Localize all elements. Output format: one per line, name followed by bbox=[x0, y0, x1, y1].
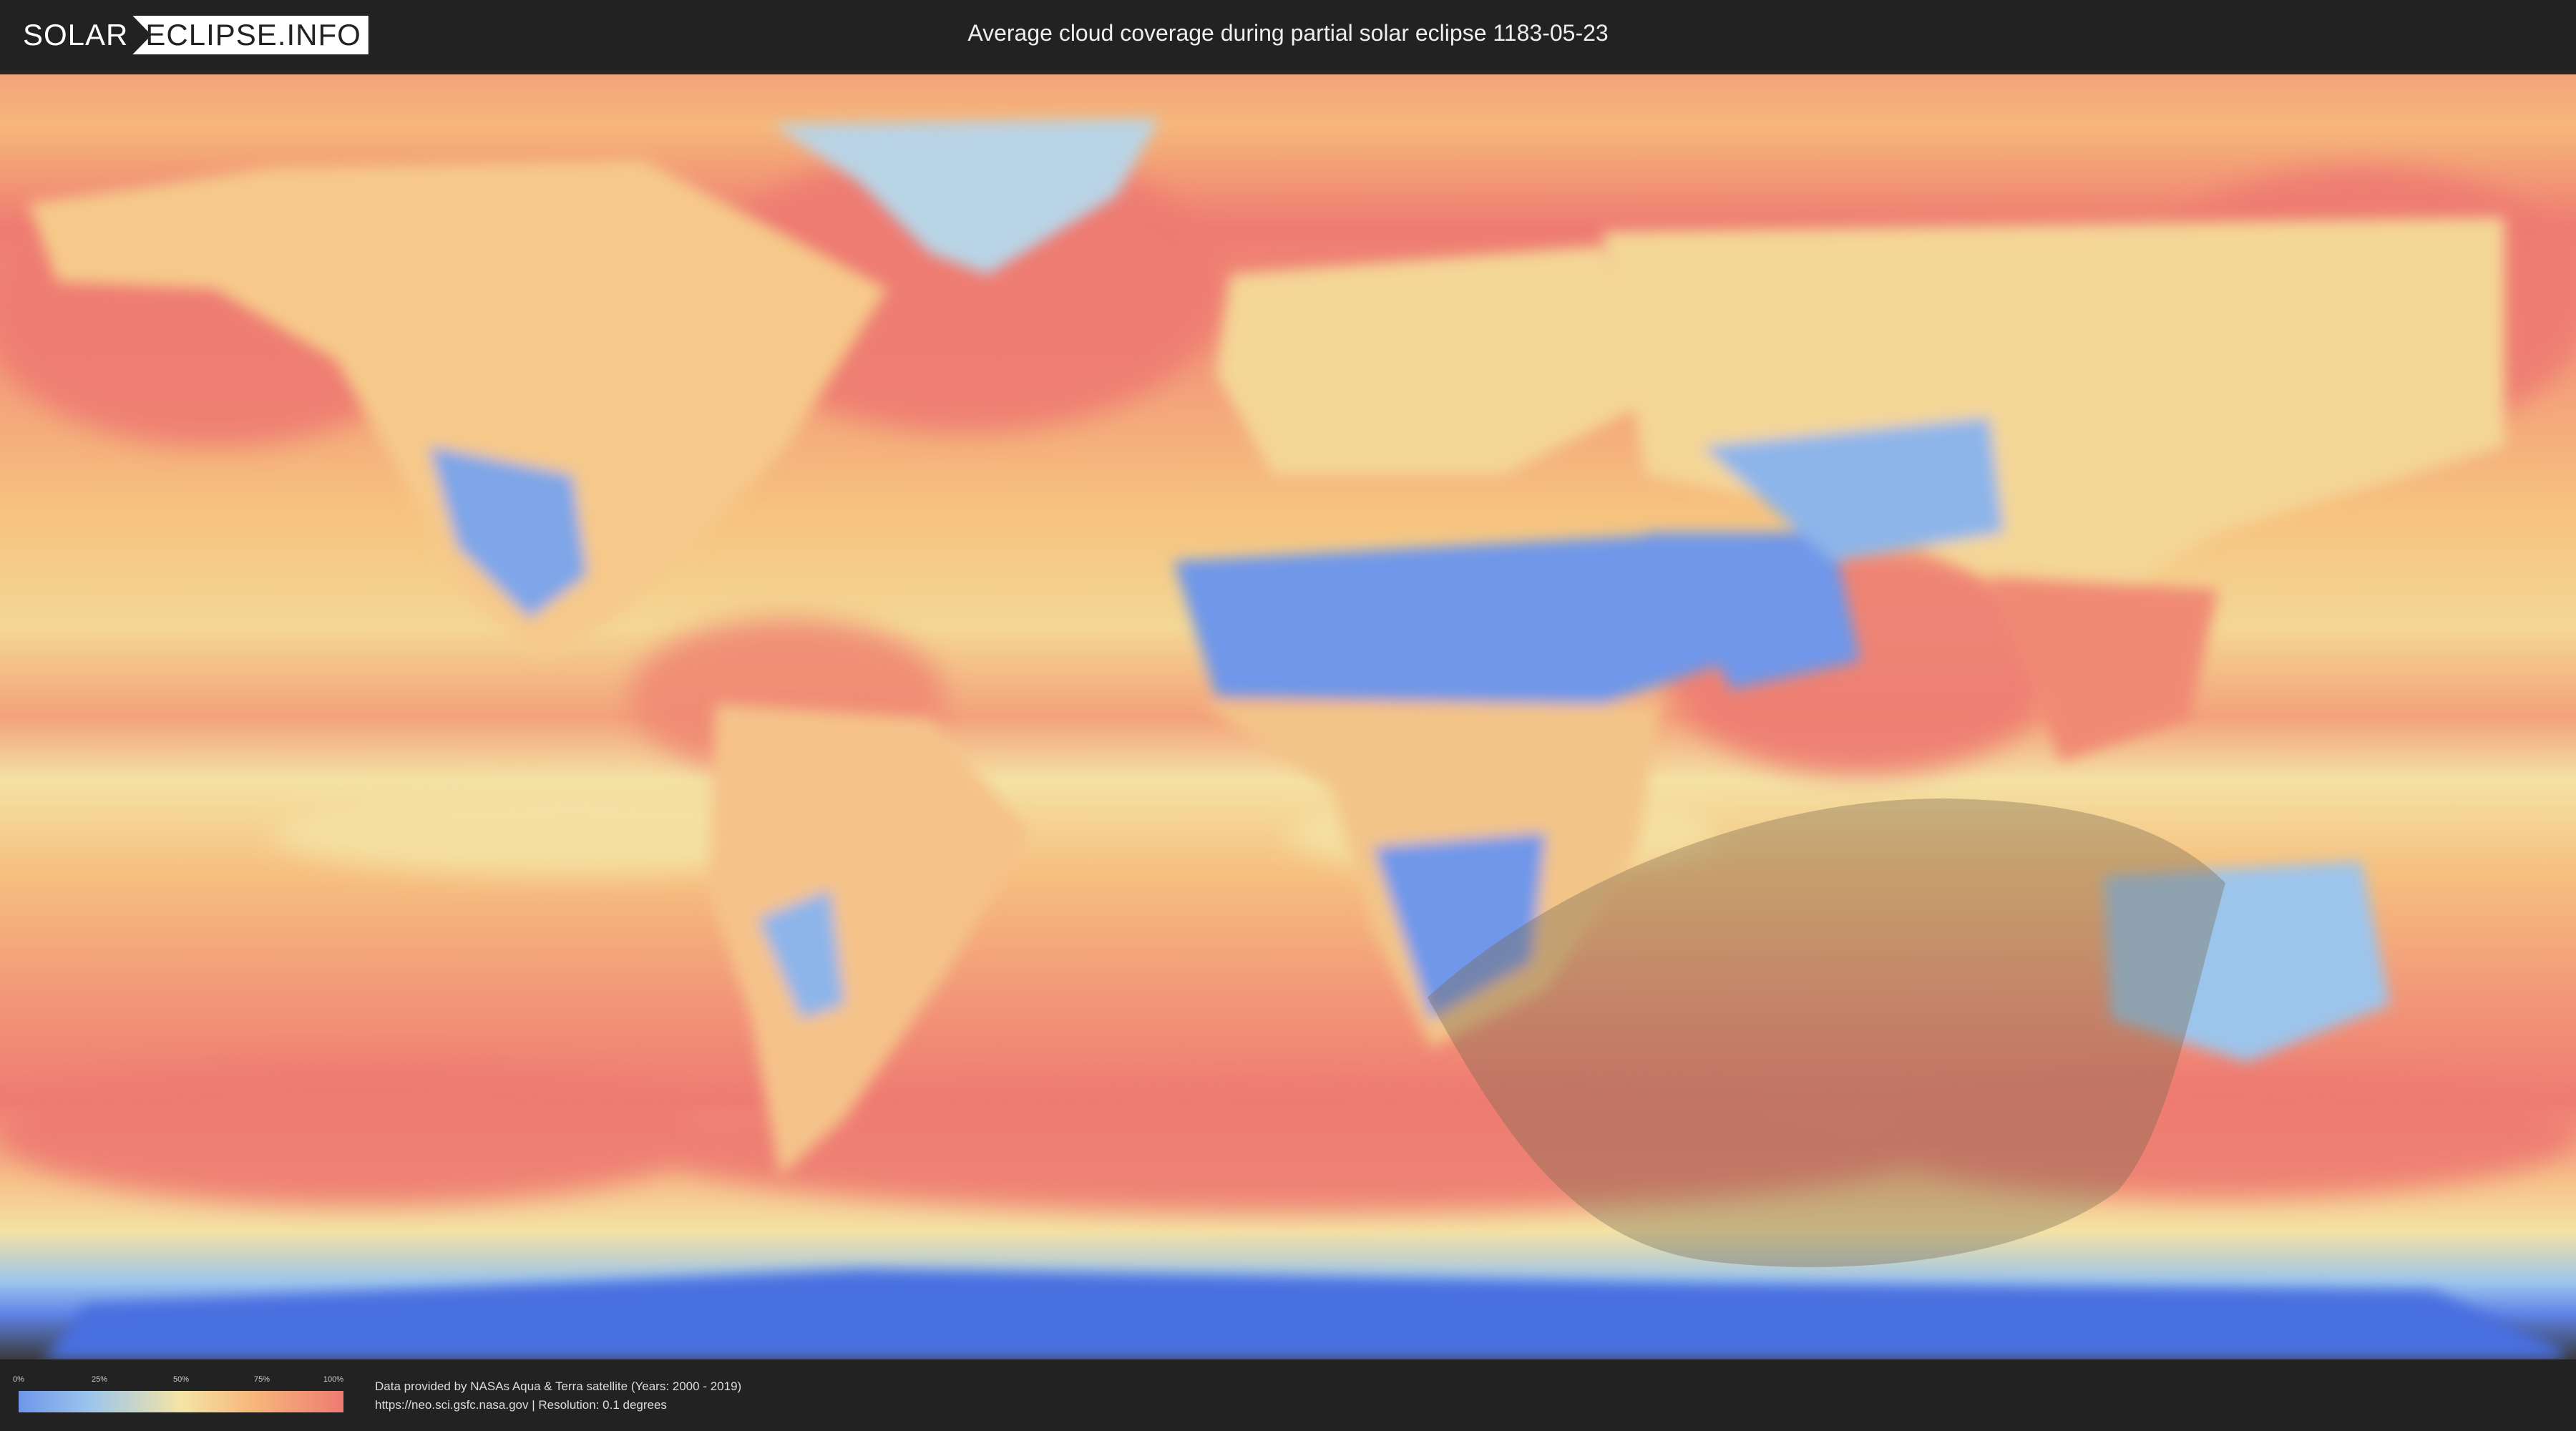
page: SOLAR ECLIPSE.INFO Average cloud coverag… bbox=[0, 0, 2576, 1431]
legend-tick: 75% bbox=[253, 1375, 270, 1384]
cloud-coverage-legend: 0% 25% 50% 75% 100% bbox=[13, 1375, 344, 1415]
sahara bbox=[1174, 532, 1732, 704]
legend-tick: 50% bbox=[172, 1375, 190, 1384]
header-bar: SOLAR ECLIPSE.INFO Average cloud coverag… bbox=[0, 0, 2576, 70]
legend-gradient-bar bbox=[19, 1391, 343, 1412]
footer-bar: 0% 25% 50% 75% 100% Data provided by NAS… bbox=[0, 1359, 2576, 1431]
legend-tick: 100% bbox=[323, 1375, 344, 1384]
map-frame bbox=[0, 74, 2576, 1359]
legend-tick: 0% bbox=[13, 1375, 24, 1384]
page-title: Average cloud coverage during partial so… bbox=[967, 20, 1609, 46]
legend-tick: 25% bbox=[91, 1375, 108, 1384]
data-credit: Data provided by NASAs Aqua & Terra sate… bbox=[375, 1379, 742, 1393]
cloud-coverage-map[interactable] bbox=[0, 74, 2576, 1359]
data-source-link[interactable]: https://neo.sci.gsfc.nasa.gov | Resoluti… bbox=[375, 1398, 667, 1412]
